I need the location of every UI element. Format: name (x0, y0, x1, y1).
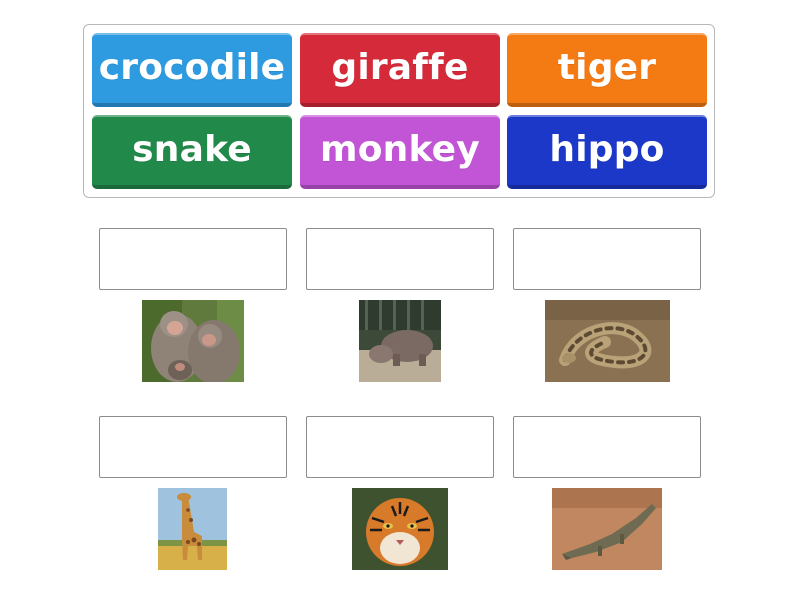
drop-box-5[interactable] (306, 416, 494, 478)
drop-box-4[interactable] (99, 416, 287, 478)
giraffe-photo (158, 488, 227, 570)
crocodile-photo (552, 488, 662, 570)
monkey-photo (142, 300, 244, 382)
tile-tiger[interactable]: tiger (507, 33, 707, 107)
word-bank: crocodile giraffe tiger snake monkey hip… (83, 24, 715, 198)
drop-box-1[interactable] (99, 228, 287, 290)
hippo-photo (359, 300, 441, 382)
tiger-photo (352, 488, 448, 570)
drop-box-3[interactable] (513, 228, 701, 290)
tile-hippo[interactable]: hippo (507, 115, 707, 189)
drop-box-2[interactable] (306, 228, 494, 290)
tile-snake[interactable]: snake (92, 115, 292, 189)
match-activity: crocodile giraffe tiger snake monkey hip… (0, 0, 800, 600)
drop-box-6[interactable] (513, 416, 701, 478)
snake-photo (545, 300, 670, 382)
tile-crocodile[interactable]: crocodile (92, 33, 292, 107)
tile-giraffe[interactable]: giraffe (300, 33, 500, 107)
tile-monkey[interactable]: monkey (300, 115, 500, 189)
